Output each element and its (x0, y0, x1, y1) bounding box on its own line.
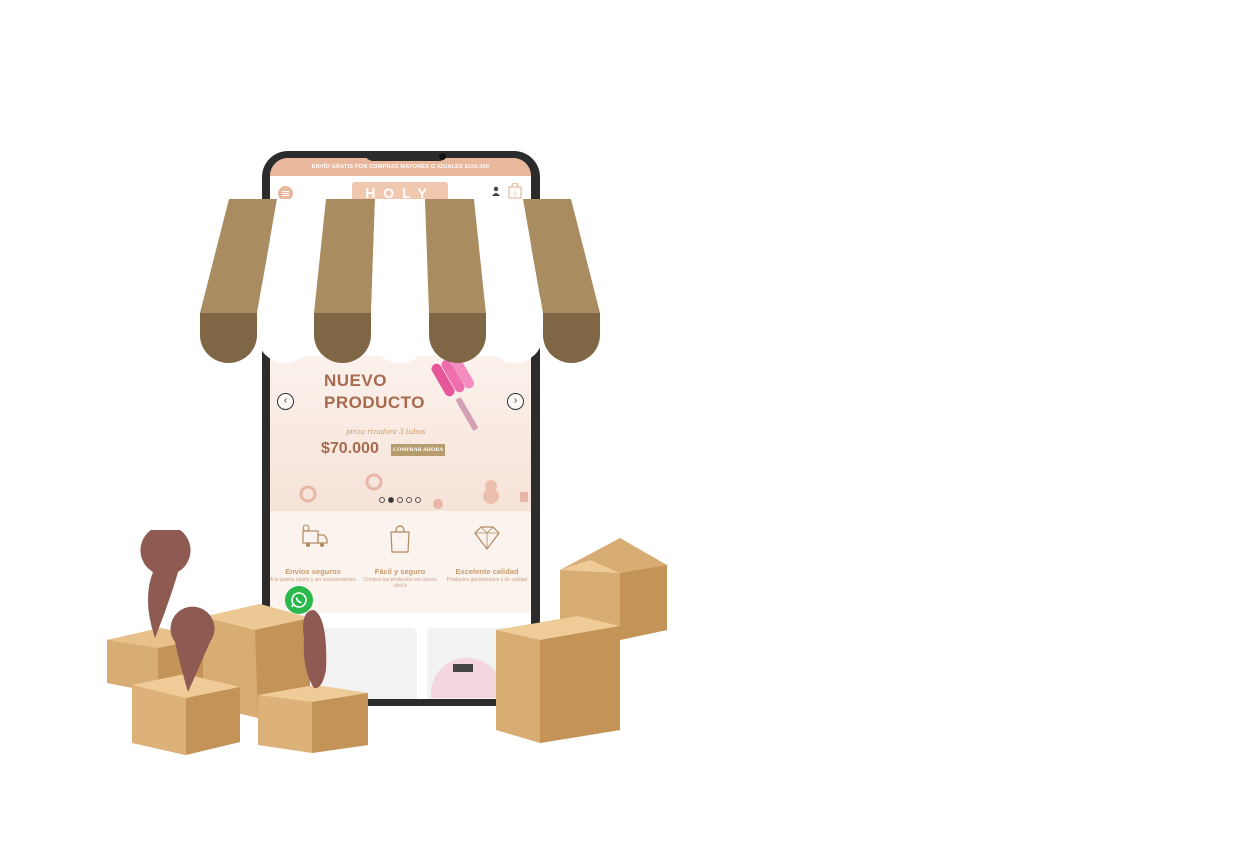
box-icon (132, 674, 240, 755)
carousel-dot-active[interactable] (388, 497, 394, 503)
awning-icon (200, 199, 600, 363)
user-icon[interactable] (491, 186, 501, 196)
banner-title-line2: PRODUCTO (324, 393, 425, 412)
carousel-dot[interactable] (406, 497, 412, 503)
buy-now-button[interactable]: COMPRAR AHORA (391, 444, 446, 456)
curling-iron-icon (431, 357, 478, 431)
delivery-boxes-illustration (107, 530, 667, 755)
carousel-next-icon[interactable]: › (507, 393, 524, 410)
carousel-dot[interactable] (397, 497, 403, 503)
hero-carousel[interactable]: NUEVO PRODUCTO pinza rizadora 3 tubos $7… (270, 356, 531, 511)
box-icon (258, 685, 368, 753)
box-icon (496, 616, 620, 743)
banner-subtitle: pinza rizadora 3 tubos (346, 428, 426, 436)
carousel-prev-icon[interactable]: ‹ (277, 393, 294, 410)
carousel-dot[interactable] (379, 497, 385, 503)
banner-price: $70.000 (321, 440, 379, 457)
cart-icon[interactable]: 0 (508, 183, 522, 199)
phone-notch (365, 151, 447, 161)
banner-title-line1: NUEVO (324, 371, 387, 390)
svg-text:0: 0 (513, 192, 517, 198)
camera-icon (439, 153, 446, 160)
carousel-dot[interactable] (415, 497, 421, 503)
